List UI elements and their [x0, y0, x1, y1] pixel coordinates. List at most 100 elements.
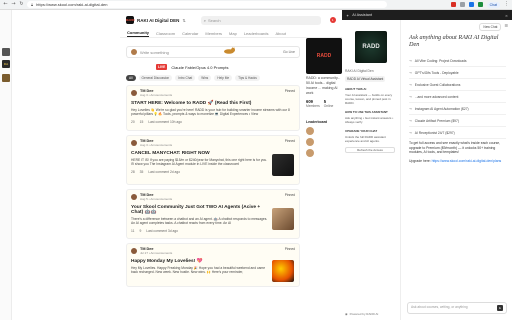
like-count[interactable]: 11 — [131, 229, 134, 233]
assistant-message: To get full access and see exactly what'… — [409, 141, 501, 155]
tab-community[interactable]: Community — [127, 30, 149, 37]
avatar[interactable] — [306, 127, 314, 135]
chat-input-placeholder: Ask about courses, writing, or anything — [411, 305, 468, 309]
switch-group-icon[interactable]: ⇅ — [182, 18, 185, 23]
go-live-button[interactable]: Go Live — [283, 50, 295, 54]
like-count[interactable]: 20 — [131, 120, 135, 124]
avatar[interactable] — [131, 194, 137, 200]
group-cover[interactable]: RADD — [306, 38, 342, 74]
group-name[interactable]: RAKI AI Digital DEN — [137, 18, 179, 23]
assistant-chip[interactable]: RADD AI Virtual Assistant — [345, 76, 386, 82]
suggestion-item[interactable]: → Exclusive Guest Collaborations — [409, 79, 506, 91]
suggestion-item[interactable]: → All Vibe Coding: Project Downloads — [409, 55, 506, 67]
tab-members[interactable]: Members — [205, 31, 222, 36]
arrow-icon: → — [409, 58, 412, 63]
section-heading: How to use this assistant — [345, 110, 388, 114]
post-thumbnail[interactable] — [272, 208, 294, 230]
arrow-icon: → — [409, 94, 412, 99]
leaderboard-heading[interactable]: Leaderboard — [306, 120, 342, 124]
toggle-icon[interactable]: ◉ — [345, 312, 348, 316]
filter-chip[interactable]: Wins — [198, 75, 212, 81]
search-icon: ⌕ — [203, 17, 206, 23]
suggestion-item[interactable]: → ...and more advanced content — [409, 91, 506, 103]
chat-input[interactable]: Ask about courses, writing, or anything … — [407, 302, 507, 314]
assistant-header: ✦ AI Assistant × — [342, 10, 512, 20]
post-card[interactable]: TM Dee Jul 27 • Announcements Pinned Hap… — [126, 243, 300, 287]
cat-illustration — [224, 47, 235, 54]
upgrade-link[interactable]: https://www.skool.com/raki-ai-digital-de… — [432, 159, 502, 163]
post-title[interactable]: Your Skool Community Just Got TWO AI Age… — [131, 205, 271, 215]
reload-icon[interactable]: ↻ — [19, 2, 24, 7]
post-card[interactable]: TM Dee Aug 3 • Announcements Pinned CANC… — [126, 135, 300, 185]
post-thumbnail[interactable] — [272, 154, 294, 176]
forward-icon[interactable]: → — [11, 2, 16, 7]
avatar[interactable] — [131, 248, 137, 254]
menu-icon[interactable]: ⋮ — [504, 2, 509, 7]
group-logo[interactable]: RADD — [126, 16, 135, 24]
live-badge: LIVE — [156, 64, 168, 70]
chat-heading: Ask anything about RAKI AI Digital Den — [409, 34, 499, 48]
tab-leaderboards[interactable]: Leaderboards — [244, 31, 269, 36]
category-filters: All General Discussion Intro Chat Wins H… — [126, 75, 336, 81]
avatar[interactable] — [306, 138, 314, 146]
pinned-label: Pinned — [284, 247, 295, 251]
tab-map[interactable]: Map — [229, 31, 237, 36]
chat-button[interactable]: Chat — [486, 1, 500, 8]
bookmark-sidebar: DA — [0, 10, 12, 320]
post-title[interactable]: Happy Monday My Lovelies! 💖 — [131, 259, 295, 264]
avatar[interactable] — [131, 140, 137, 146]
bookmark-icon[interactable] — [2, 74, 10, 82]
pinned-label: Pinned — [284, 193, 295, 197]
extension-icon[interactable] — [450, 2, 456, 7]
arrow-icon: → — [409, 70, 412, 75]
extension-icon[interactable] — [468, 2, 474, 7]
back-icon[interactable]: ← — [3, 2, 8, 7]
post-title[interactable]: START HERE: Welcome to RADD 🚀 (Read this… — [131, 101, 295, 106]
suggestion-item[interactable]: → Instagram AI Agent Automation ($27) — [409, 103, 506, 115]
post-card[interactable]: TM Dee Aug 5 • Announcements Pinned Your… — [126, 189, 300, 239]
bookmark-icon[interactable] — [2, 48, 10, 56]
notification-badge[interactable]: 1 — [329, 17, 336, 23]
skool-page: RADD RAKI AI Digital DEN ⇅ ⌕ Search 1 Co… — [120, 10, 342, 320]
tab-about[interactable]: About — [276, 31, 286, 36]
footer-text: Powered by RADD AI — [349, 312, 379, 316]
filter-chip[interactable]: Intro Chat — [175, 75, 196, 81]
address-bar[interactable]: 🔒︎ https://www.skool.com/raki-ai-digital… — [27, 1, 387, 8]
filter-chip[interactable]: Help Me — [214, 75, 233, 81]
filter-chip[interactable]: All — [126, 75, 136, 81]
suggestion-item[interactable]: → Claude Artifact Premium ($97) — [409, 115, 506, 127]
history-icon[interactable]: ☰ — [504, 23, 508, 31]
refresh-access-button[interactable]: Refresh the Access — [345, 147, 395, 153]
extension-icon[interactable] — [477, 2, 483, 7]
suggestion-item[interactable]: → AI Receptionist 24/7 ($297) — [409, 127, 506, 139]
stat-label: Online — [323, 104, 334, 108]
tab-classroom[interactable]: Classroom — [156, 31, 175, 36]
post-card[interactable]: TM Dee Aug 3 • Announcements Pinned STAR… — [126, 85, 300, 131]
close-icon[interactable]: × — [505, 13, 508, 18]
suggestion-item[interactable]: → GPT's/Gifs Tools - Deployable — [409, 67, 506, 79]
search-input[interactable]: ⌕ Search — [200, 15, 321, 25]
avatar[interactable] — [131, 90, 137, 96]
post-title[interactable]: CANCEL MANYCHAT: RIGHT NOW — [131, 151, 295, 156]
send-icon[interactable]: ➤ — [497, 305, 503, 311]
tab-calendar[interactable]: Calendar — [182, 31, 198, 36]
assistant-footer: ◉ Powered by RADD AI — [345, 312, 378, 316]
like-count[interactable]: 28 — [131, 170, 135, 174]
group-sidebar: RADD RADD: a community... 50 AI tools...… — [306, 38, 342, 157]
comment-count[interactable]: 35 — [140, 170, 144, 174]
ai-assistant-panel: ✦ AI Assistant × RADD RAKI AI Digital De… — [342, 10, 512, 320]
extension-icon[interactable] — [459, 2, 465, 7]
avatar[interactable] — [306, 149, 314, 157]
post-thumbnail[interactable] — [272, 260, 294, 282]
comment-count[interactable]: 9 — [139, 229, 141, 233]
arrow-icon: → — [409, 106, 412, 111]
post-composer[interactable]: Write something Go Live — [126, 46, 300, 58]
filter-chip[interactable]: Tips & Hacks — [235, 75, 260, 81]
new-chat-button[interactable]: New Chat — [479, 23, 502, 31]
comment-count[interactable]: 15 — [140, 120, 144, 124]
section-heading: Upgrade your chat — [345, 129, 378, 133]
post-meta: Aug 3 • Announcements — [140, 143, 173, 147]
filter-chip[interactable]: General Discussion — [138, 75, 173, 81]
bookmark-icon[interactable]: DA — [2, 60, 10, 68]
post-body: Hey My Lovelies. Happy Freaking Monday 🎉… — [131, 266, 266, 275]
